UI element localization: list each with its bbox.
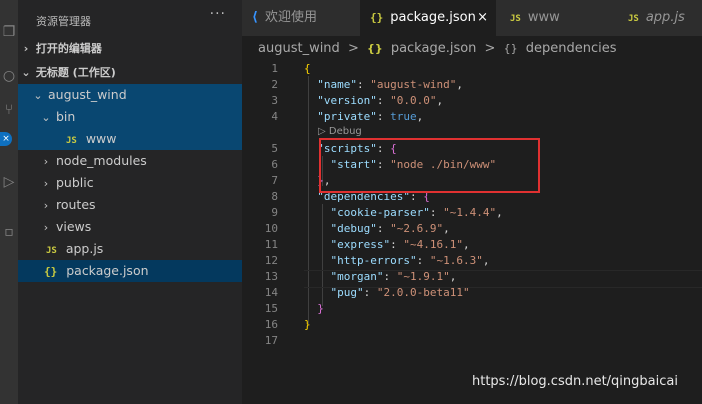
- annotation-highlight-box: [319, 138, 540, 193]
- line-number: 15: [264, 302, 278, 315]
- code-line: "http-errors": "~1.6.3",: [330, 254, 490, 267]
- workspace-section[interactable]: ⌄ 无标题 (工作区): [18, 62, 242, 84]
- vscode-icon: ⟨: [252, 10, 258, 25]
- extensions-badge-icon[interactable]: ×: [0, 132, 12, 146]
- tab-label: app.js: [645, 10, 685, 25]
- tab-label: package.json: [390, 10, 476, 25]
- debug-icon[interactable]: ▷: [0, 172, 18, 192]
- explorer-sidebar: 资源管理器 ··· › 打开的编辑器 ⌄ 无标题 (工作区) ⌄ august_…: [18, 0, 242, 404]
- source-control-icon[interactable]: ⑂: [0, 100, 18, 120]
- code-line: "version": "0.0.0",: [317, 94, 444, 107]
- line-number: 12: [264, 254, 278, 267]
- code-line: "name": "august-wind",: [317, 78, 463, 91]
- chevron-right-icon: >: [347, 41, 359, 56]
- open-editors-section[interactable]: › 打开的编辑器: [18, 38, 242, 60]
- tree-item-bin[interactable]: ⌄ bin: [18, 106, 242, 128]
- chevron-right-icon: ›: [43, 199, 49, 212]
- line-number: 7: [271, 174, 278, 187]
- explorer-icon[interactable]: ❐: [0, 22, 18, 42]
- js-file-icon: JS: [65, 136, 77, 146]
- js-icon: JS: [628, 14, 639, 24]
- chevron-right-icon: ›: [43, 177, 49, 190]
- extensions-icon[interactable]: ▫: [0, 222, 18, 242]
- code-line: "cookie-parser": "~1.4.4",: [330, 206, 503, 219]
- line-number: 14: [264, 286, 278, 299]
- tree-item-routes[interactable]: › routes: [18, 194, 242, 216]
- chevron-right-icon: ›: [43, 155, 49, 168]
- object-icon: {}: [503, 42, 518, 55]
- breadcrumb-node[interactable]: dependencies: [526, 41, 617, 56]
- line-number: 16: [264, 318, 278, 331]
- line-number: 6: [271, 158, 278, 171]
- tree-item-public[interactable]: › public: [18, 172, 242, 194]
- chevron-right-icon: ›: [23, 42, 29, 55]
- chevron-down-icon: ⌄: [21, 66, 31, 79]
- tab-label: www: [527, 10, 560, 25]
- code-line: "debug": "~2.6.9",: [330, 222, 450, 235]
- json-icon: {}: [370, 11, 384, 24]
- tree-item-label: public: [55, 175, 94, 190]
- tree-item-label: bin: [55, 109, 76, 124]
- tree-item-label: app.js: [65, 241, 104, 256]
- code-line: }: [317, 302, 324, 315]
- line-number: 2: [271, 78, 278, 91]
- tree-item-label: package.json: [66, 263, 149, 278]
- tree-item-views[interactable]: › views: [18, 216, 242, 238]
- tab-www[interactable]: JS www: [496, 0, 615, 36]
- line-number: 5: [271, 142, 278, 155]
- code-line: "express": "~4.16.1",: [330, 238, 470, 251]
- chevron-down-icon: ⌄: [33, 89, 43, 102]
- tree-item-package-json[interactable]: {} package.json: [18, 260, 242, 282]
- tree-item-label: views: [55, 219, 92, 234]
- code-line: }: [304, 318, 311, 331]
- line-number: 8: [271, 190, 278, 203]
- line-number: 10: [264, 222, 278, 235]
- debug-codelens[interactable]: ▷ Debug: [318, 126, 362, 137]
- open-editors-label: 打开的编辑器: [35, 42, 102, 55]
- json-icon: {}: [367, 42, 383, 55]
- tree-item-label: routes: [55, 197, 96, 212]
- tab-app-js[interactable]: JS app.js: [614, 0, 702, 36]
- chevron-down-icon: ⌄: [41, 111, 51, 124]
- search-icon[interactable]: ○: [0, 66, 18, 86]
- tab-label: 欢迎使用: [264, 10, 317, 25]
- tree-item-www[interactable]: JS www: [18, 128, 242, 150]
- line-number: 1: [271, 62, 278, 75]
- line-number: 13: [264, 270, 278, 283]
- tree-item-august-wind[interactable]: ⌄ august_wind: [18, 84, 242, 106]
- line-number: 3: [271, 94, 278, 107]
- tree-item-node-modules[interactable]: › node_modules: [18, 150, 242, 172]
- line-number: 9: [271, 206, 278, 219]
- code-line: "morgan": "~1.9.1",: [330, 270, 457, 283]
- chevron-right-icon: >: [484, 41, 496, 56]
- tree-item-app-js[interactable]: JS app.js: [18, 238, 242, 260]
- json-file-icon: {}: [43, 265, 58, 278]
- line-number: 4: [271, 110, 278, 123]
- editor-tab-bar: ⟨ 欢迎使用 {} package.json × JS www JS app.js: [242, 0, 702, 36]
- watermark: https://blog.csdn.net/qingbaicai: [472, 374, 678, 389]
- code-line: "private": true,: [317, 110, 424, 123]
- chevron-right-icon: ›: [43, 221, 49, 234]
- tab-welcome[interactable]: ⟨ 欢迎使用: [242, 0, 361, 36]
- line-number: 17: [264, 334, 278, 347]
- js-file-icon: JS: [45, 246, 57, 256]
- tree-item-label: www: [85, 131, 117, 146]
- breadcrumb: august_wind > {} package.json > {} depen…: [242, 36, 702, 62]
- explorer-title: 资源管理器: [36, 15, 91, 28]
- workspace-label: 无标题 (工作区): [35, 66, 116, 79]
- more-actions-icon[interactable]: ···: [210, 6, 226, 22]
- breadcrumb-file[interactable]: package.json: [391, 41, 477, 56]
- close-icon[interactable]: ×: [477, 0, 488, 36]
- tree-item-label: august_wind: [47, 87, 127, 102]
- breadcrumb-folder[interactable]: august_wind: [258, 41, 340, 56]
- tab-package-json[interactable]: {} package.json ×: [360, 0, 497, 36]
- tree-item-label: node_modules: [55, 153, 147, 168]
- activity-bar: ❐ ○ ⑂ × ▷ ▫: [0, 0, 18, 404]
- code-line: "pug": "2.0.0-beta11": [330, 286, 470, 299]
- code-editor[interactable]: 1 2 3 4 5 6 7 8 9 10 11 12 13 14 15 16 1…: [242, 62, 702, 404]
- js-icon: JS: [510, 14, 521, 24]
- code-line: {: [304, 62, 311, 75]
- line-number: 11: [264, 238, 278, 251]
